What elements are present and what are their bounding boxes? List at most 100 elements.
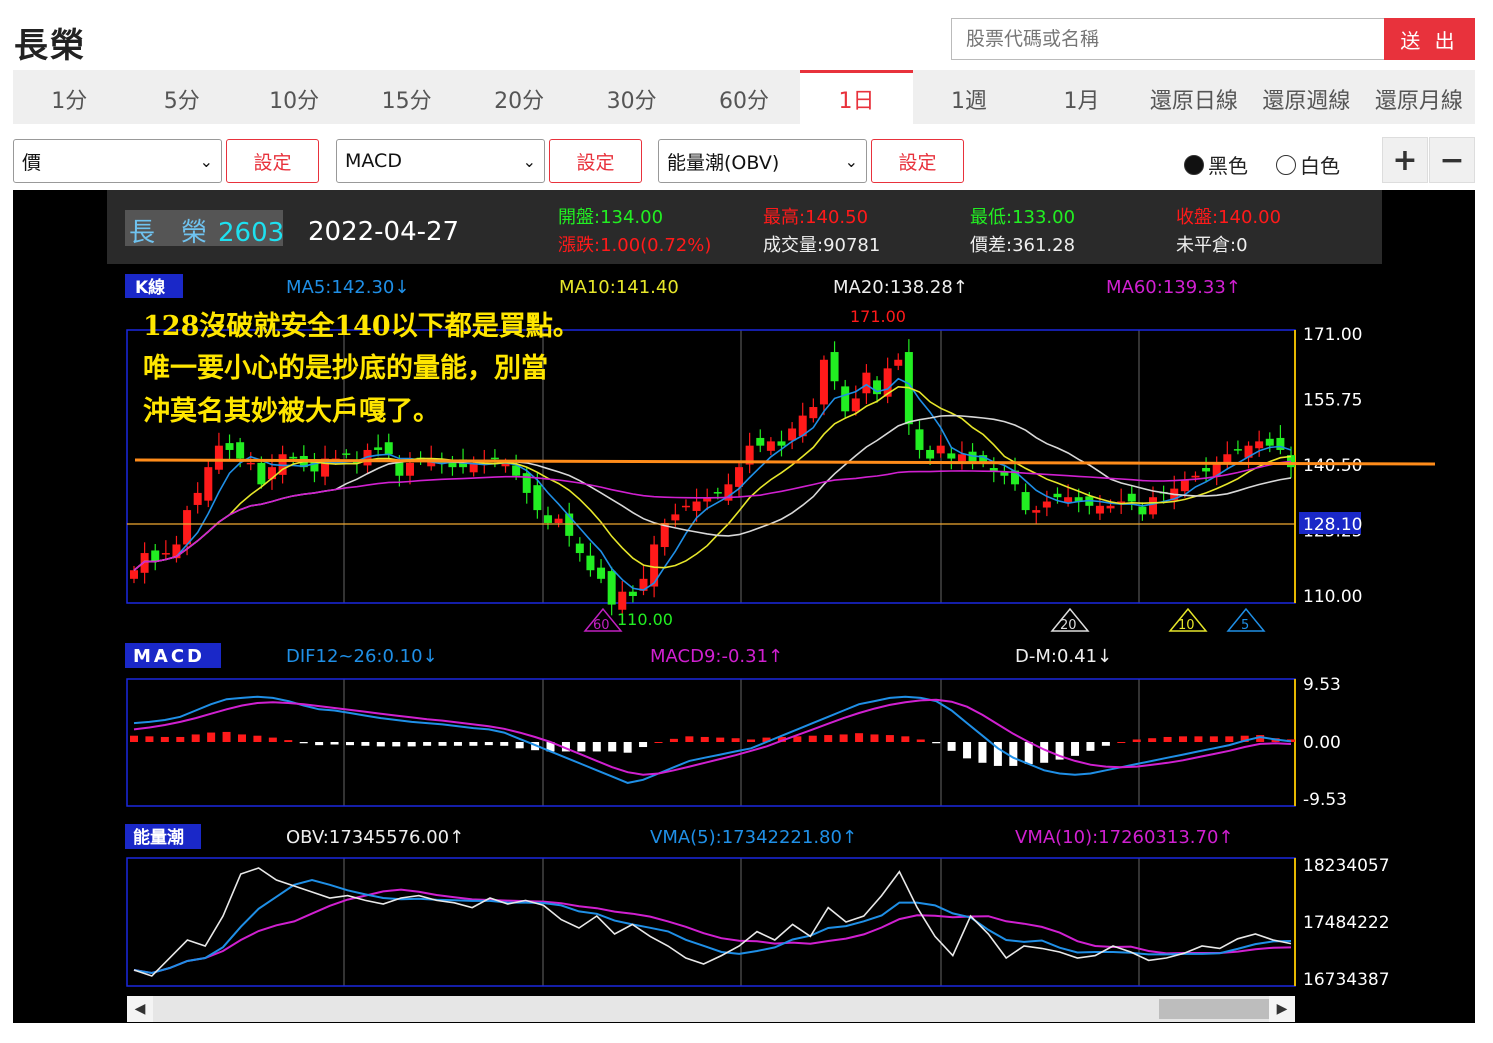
candle-body [756, 437, 765, 446]
page-title: 長榮 [14, 26, 86, 66]
chart-scrollbar[interactable]: ◀ ▶ [127, 996, 1295, 1022]
candle-body [1053, 493, 1062, 498]
ma60-badge-label: 60 [593, 618, 610, 633]
candle-body [692, 501, 701, 511]
kline-y-axis: 171.00155.75140.50125.25110.00 [1303, 325, 1362, 607]
candle-body [554, 518, 563, 523]
macd-bar [839, 734, 848, 742]
price-settings-button[interactable]: 設定 [226, 139, 319, 183]
zoom-out-button[interactable]: − [1429, 137, 1475, 183]
theme-black-radio[interactable]: 黑色 [1184, 150, 1248, 179]
tab-8[interactable]: 1週 [913, 70, 1025, 124]
low-mark: 110.00 [617, 610, 673, 629]
candle-body [543, 515, 552, 523]
zoom-in-button[interactable]: + [1382, 137, 1428, 183]
macd-bar [423, 742, 432, 746]
obv-value: OBV:17345576.00↑ [286, 827, 464, 848]
candle-body [1265, 438, 1274, 446]
candle-body [214, 445, 223, 470]
macd-lines [133, 695, 1292, 784]
ma20-value: MA20:138.28↑ [833, 277, 968, 298]
indicator2-settings-button[interactable]: 設定 [871, 139, 964, 183]
tab-4[interactable]: 20分 [463, 70, 575, 124]
macd-bar [268, 737, 277, 742]
macd-bar [469, 742, 478, 746]
tab-0[interactable]: 1分 [13, 70, 125, 124]
candle-body [575, 543, 584, 554]
candle-body [342, 453, 351, 455]
macd-bar [793, 736, 802, 742]
candle-body [830, 352, 839, 382]
candle-body [681, 505, 690, 508]
stock-chart[interactable]: 長 榮 2603 2022-04-27 開盤:134.00 最高:140.50 … [13, 190, 1475, 1023]
obv-line [133, 867, 1292, 977]
tab-12[interactable]: 還原月線 [1363, 70, 1475, 124]
theme-white-radio[interactable]: 白色 [1276, 150, 1340, 179]
candle-body [671, 514, 680, 521]
tab-5[interactable]: 30分 [575, 70, 687, 124]
macd-bar [885, 735, 894, 742]
tab-7[interactable]: 1日 [800, 70, 913, 124]
macd-bar [222, 731, 231, 742]
macd-bar [500, 742, 509, 746]
candle-body [819, 359, 828, 405]
quote-volume: 成交量:90781 [763, 235, 880, 256]
candle-body [1202, 468, 1211, 472]
macd-bar [392, 742, 401, 747]
annotation-line-3: 沖莫名其妙被大戶嘎了。 [143, 395, 440, 427]
macd-bar [1024, 742, 1033, 765]
candle-body [204, 467, 213, 501]
macd-bar [438, 742, 447, 746]
quote-open-interest: 未平倉:0 [1176, 235, 1248, 256]
scroll-thumb[interactable] [1159, 999, 1269, 1019]
candle-body [1223, 454, 1232, 463]
stock-name: 長 榮 [129, 218, 207, 248]
indicator2-select[interactable]: 能量潮(OBV) ⌄ [658, 139, 867, 183]
scroll-right-arrow-icon[interactable]: ▶ [1269, 996, 1295, 1022]
indicator1-settings-button[interactable]: 設定 [549, 139, 642, 183]
candle-body [183, 510, 192, 545]
ma60-line [133, 460, 1292, 571]
obv-label: 能量潮 [133, 827, 184, 848]
tab-11[interactable]: 還原週線 [1250, 70, 1362, 124]
tab-10[interactable]: 還原日線 [1138, 70, 1250, 124]
candle-body [193, 492, 202, 505]
candle-body [1042, 501, 1051, 508]
candle-body [1021, 492, 1030, 511]
indicator1-select-value: MACD [345, 150, 402, 172]
annotation-line-1: 128沒破就安全140以下都是買點。 [143, 310, 580, 342]
quote-low: 最低:133.00 [970, 207, 1075, 228]
tab-2[interactable]: 10分 [238, 70, 350, 124]
chevron-down-icon: ⌄ [844, 151, 858, 171]
tab-3[interactable]: 15分 [350, 70, 462, 124]
macd-bar [1209, 736, 1218, 742]
tab-9[interactable]: 1月 [1025, 70, 1137, 124]
candle-body [957, 454, 966, 462]
macd-bar [963, 742, 972, 759]
submit-button[interactable]: 送 出 [1384, 18, 1475, 60]
tab-1[interactable]: 5分 [125, 70, 237, 124]
candle-body [650, 544, 659, 587]
candle-body [161, 553, 170, 555]
indicator1-select[interactable]: MACD ⌄ [336, 139, 545, 183]
candle-body [628, 591, 637, 596]
quote-open: 開盤:134.00 [558, 207, 663, 228]
candle-body [777, 441, 786, 446]
price-select[interactable]: 價 ⌄ [13, 139, 222, 183]
macd-bar [253, 735, 262, 742]
search-input[interactable] [951, 18, 1384, 60]
ma10-badge-label: 10 [1178, 618, 1195, 633]
macd-bar [731, 738, 740, 742]
macd-bar [361, 742, 370, 746]
candle-body [130, 570, 138, 579]
macd-bar [407, 742, 416, 747]
chevron-down-icon: ⌄ [522, 151, 536, 171]
candle-body [735, 467, 744, 487]
candle-body [1032, 510, 1041, 513]
macd-bar [284, 740, 293, 742]
macd-bar [1009, 742, 1018, 766]
candle-body [374, 447, 383, 450]
scroll-left-arrow-icon[interactable]: ◀ [127, 996, 153, 1022]
tab-6[interactable]: 60分 [688, 70, 800, 124]
candle-body [289, 456, 298, 459]
